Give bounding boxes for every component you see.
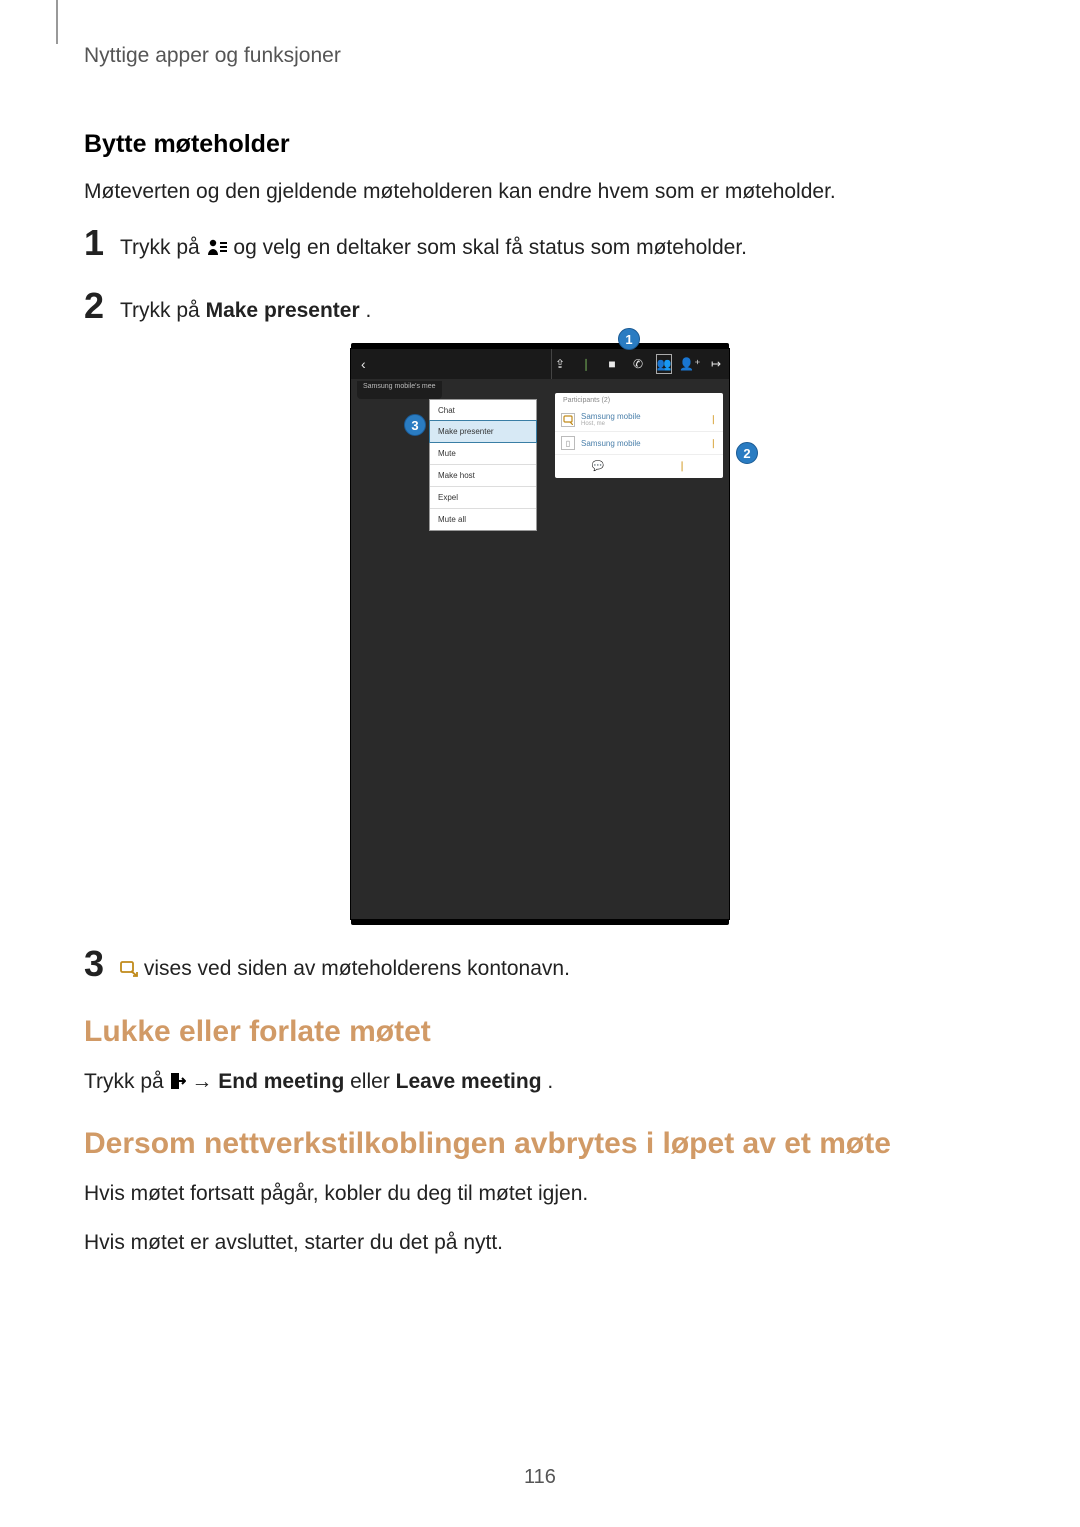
step2-after: . [366,299,372,322]
mic-footer-icon: ❘ [678,461,686,472]
network-p1: Hvis møtet fortsatt pågår, kobler du deg… [84,1179,996,1209]
step-2: 2 Trykk på Make presenter . [84,288,996,326]
device-icon: ▯ [561,436,575,450]
step1-before: Trykk på [120,236,206,259]
exit-icon: ↦ [703,349,729,379]
video-icon: ■ [599,349,625,379]
close-leave-line: Trykk på → End meeting eller Leave meeti… [84,1067,996,1099]
mic-indicator-icon: ❘ [709,438,717,449]
step1-after: og velg en deltaker som skal få status s… [233,236,747,259]
chat-bubble-icon: 💬 [592,461,604,472]
running-head: Nyttige apper og funksjoner [84,44,341,68]
callout-2: 2 [736,442,758,464]
participant-name: Samsung mobile [581,439,705,448]
back-icon: ‹ [351,356,376,372]
exit-door-icon [170,1069,186,1099]
menu-item: Chat [430,400,536,421]
tablet-topbar: ‹ ⇪ ❘ ■ ✆ 👥 👤⁺ ↦ [351,349,729,379]
step-number: 1 [84,225,120,261]
presenter-screen-icon [561,413,575,427]
network-p2: Hvis møtet er avsluttet, starter du det … [84,1228,996,1258]
participant-row: Samsung mobile Host, me ❘ [555,408,723,432]
menu-item: Mute all [430,508,536,530]
add-person-icon: 👤⁺ [677,349,703,379]
presenter-screen-icon [120,956,138,986]
menu-item-selected: Make presenter [429,420,537,443]
participant-sub: Host, me [581,421,705,427]
meeting-tab-label: Samsung mobile's mee [357,381,442,399]
menu-item: Mute [430,442,536,464]
heading-close-leave: Lukke eller forlate møtet [84,1015,996,1049]
mic-icon: ❘ [573,349,599,379]
heading-change-presenter: Bytte møteholder [84,130,996,159]
page-number: 116 [0,1466,1080,1489]
phone-icon: ✆ [625,349,651,379]
context-menu: Chat Make presenter Mute Make host Expel… [429,399,537,531]
figure: ‹ ⇪ ❘ ■ ✆ 👥 👤⁺ ↦ Samsung mobile's mee Ch… [84,348,996,920]
menu-item: Make host [430,464,536,486]
step2-before: Trykk på [120,299,206,322]
step3-text: vises ved siden av møteholderens kontona… [144,957,570,980]
mic-indicator-icon: ❘ [709,414,717,425]
heading-network-lost: Dersom nettverkstilkoblingen avbrytes i … [84,1127,996,1161]
tablet-screenshot: ‹ ⇪ ❘ ■ ✆ 👥 👤⁺ ↦ Samsung mobile's mee Ch… [350,348,730,920]
step2-bold: Make presenter [206,299,360,322]
participant-row: ▯ Samsung mobile ❘ [555,432,723,455]
step-1: 1 Trykk på og velg en deltaker som skal … [84,225,996,265]
participant-name: Samsung mobile [581,412,705,421]
panel-header: Participants (2) [555,393,723,408]
menu-item: Expel [430,486,536,508]
participants-boxed-icon: 👥 [651,349,677,379]
participants-panel: Participants (2) Samsung mobile Host, me… [555,393,723,478]
intro-text: Møteverten og den gjeldende møteholderen… [84,177,996,207]
step-number: 3 [84,946,120,982]
step-number: 2 [84,288,120,324]
participants-icon [206,235,228,265]
step-3: 3 vises ved siden av møteholderens konto… [84,946,996,986]
